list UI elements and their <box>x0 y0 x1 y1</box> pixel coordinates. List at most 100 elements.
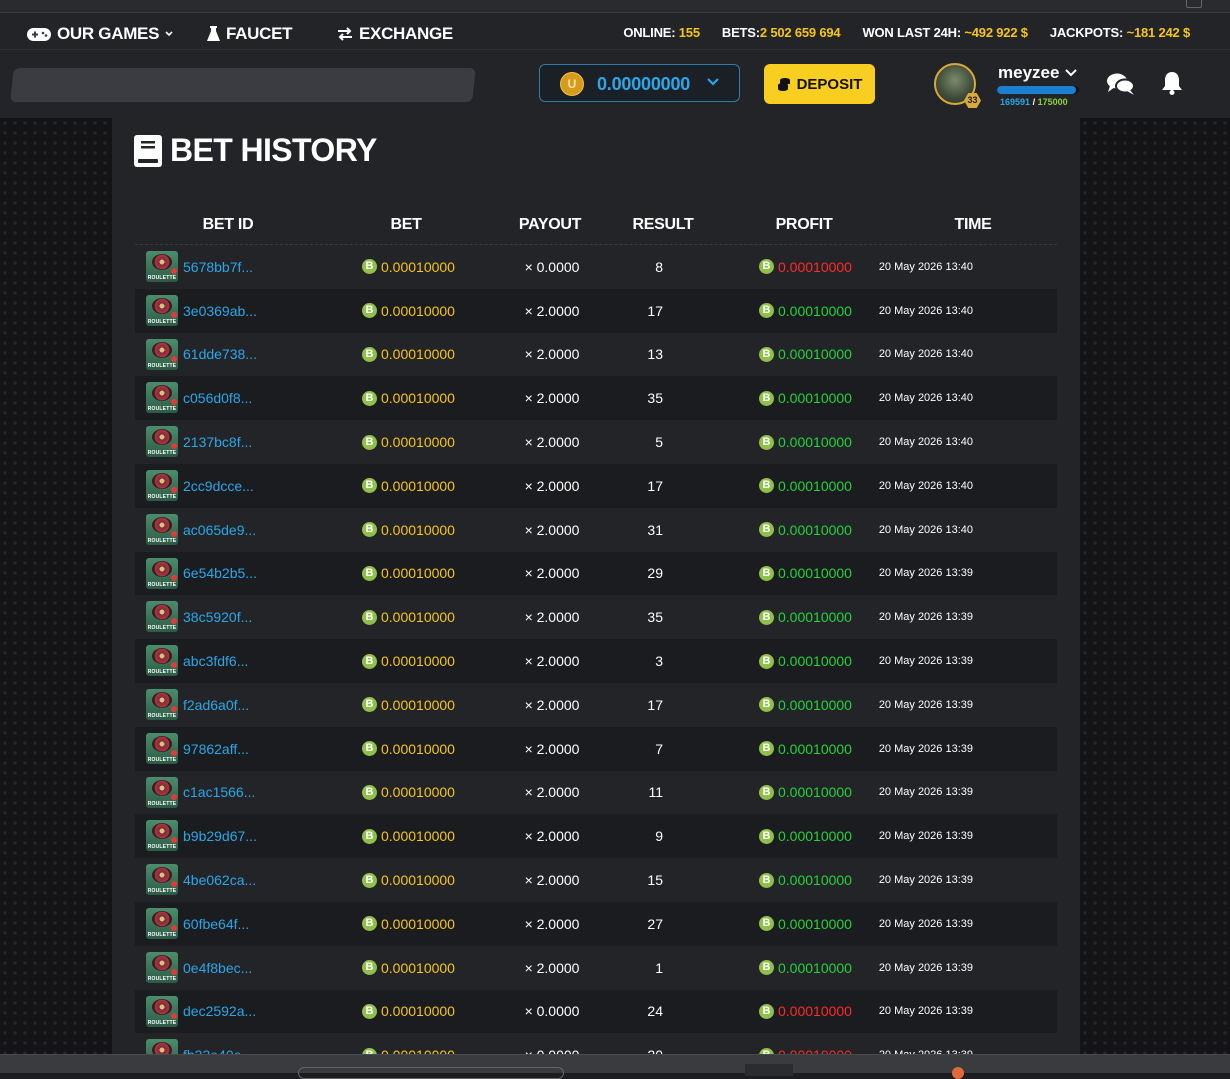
bet-id-link[interactable]: c056d0f8... <box>183 376 252 420</box>
payout-value: × 0.0000 <box>524 258 580 275</box>
bet-amount: B0.00010000 <box>362 595 455 639</box>
bet-id-link[interactable]: 4be062ca... <box>183 858 256 902</box>
bet-id-link[interactable]: 61dde738... <box>183 333 257 377</box>
table-row[interactable]: ROULETTE b9b29d67... B 0.00010000 × 2.0000 9 B… <box>135 814 1057 859</box>
chat-icon[interactable] <box>1106 72 1136 96</box>
bet-id-link[interactable]: 2137bc8f... <box>183 420 252 464</box>
table-row[interactable]: ROULETTE 2137bc8f... B 0.00010000 × 2.0000 5 B… <box>135 420 1057 464</box>
table-row[interactable]: ROULETTE f2ad6a0f... B 0.00010000 × 2.0000 17… <box>135 683 1057 727</box>
gamepad-icon <box>27 27 51 41</box>
profit-value: 0.00010000 <box>778 477 852 494</box>
profit: B0.00010000 <box>759 639 852 683</box>
bet-amount: B0.00010000 <box>362 245 455 289</box>
table-row[interactable]: ROULETTE 97862aff... B 0.00010000 × 2.0000 7 B… <box>135 726 1057 771</box>
user-menu[interactable]: meyzee <box>998 63 1078 83</box>
bet-id-link[interactable]: 38c5920f... <box>183 595 252 639</box>
table-row[interactable]: ROULETTE 5678bb7f... B 0.00010000 × 0.0000 8 B… <box>135 245 1057 289</box>
table-row[interactable]: ROULETTE 0e4f8bec... B 0.00010000 × 2.0000 1 B… <box>135 946 1057 990</box>
table-row[interactable]: ROULETTE 2cc9dcce... B 0.00010000 × 2.0000 17… <box>135 463 1057 508</box>
bet-id-link[interactable]: fb33e40e... <box>183 1033 253 1054</box>
bet-amount-value: 0.00010000 <box>381 477 455 494</box>
table-row[interactable]: ROULETTE 4be062ca... B 0.00010000 × 2.0000 15… <box>135 858 1057 902</box>
profit: B0.00010000 <box>759 727 852 771</box>
chip-icon <box>171 881 177 888</box>
table-row[interactable]: ROULETTE fb33e40e... B0.00010000 × 0.0000 20… <box>135 1033 1057 1054</box>
payout-value: × 2.0000 <box>524 653 580 670</box>
game-label: ROULETTE <box>147 493 177 500</box>
bitcoin-icon: B <box>759 741 774 757</box>
table-row[interactable]: ROULETTE c056d0f8... B 0.00010000 × 2.0000 35… <box>135 376 1057 421</box>
bet-id-link[interactable]: 2cc9dcce... <box>183 464 254 508</box>
nav-exchange[interactable]: EXCHANGE <box>337 24 453 44</box>
balance-selector[interactable]: U 0.00000000 <box>539 64 740 102</box>
chip-icon <box>171 968 177 975</box>
bet-amount: B0.00010000 <box>362 333 455 377</box>
result-value: 15 <box>647 872 664 889</box>
time-value: 20 May 2026 13:40 <box>878 523 973 536</box>
bet-id-link[interactable]: ac065de9... <box>183 508 256 552</box>
bet-id-link[interactable]: b9b29d67... <box>183 814 257 858</box>
bet-id-link[interactable]: dec2592a... <box>183 990 256 1034</box>
nav-our-games[interactable]: OUR GAMES <box>27 24 173 44</box>
table-row[interactable]: ROULETTE ac065de9... B 0.00010000 × 2.0000 31… <box>135 508 1057 552</box>
table-row[interactable]: ROULETTE dec2592a... B 0.00010000 × 0.0000 24… <box>135 989 1057 1034</box>
profit: B0.00010000 <box>759 946 852 990</box>
bet-id-link[interactable]: 6e54b2b5... <box>183 552 257 596</box>
profit-value: 0.00010000 <box>778 521 852 538</box>
roulette-wheel-icon <box>152 823 172 840</box>
game-label: ROULETTE <box>147 581 177 588</box>
table-row[interactable]: ROULETTE c1ac1566... B 0.00010000 × 2.0000 11… <box>135 771 1057 815</box>
game-label: ROULETTE <box>147 712 177 719</box>
bitcoin-icon: B <box>759 303 774 319</box>
bitcoin-icon: B <box>759 478 774 494</box>
profit-value: 0.00010000 <box>778 390 852 407</box>
table-row[interactable]: ROULETTE 38c5920f... B 0.00010000 × 2.0000 35… <box>135 595 1057 639</box>
bet-id-link[interactable]: c1ac1566... <box>183 771 255 815</box>
result-value: 17 <box>647 302 664 319</box>
game-label: ROULETTE <box>147 756 177 763</box>
nav-faucet[interactable]: FAUCET <box>207 24 293 44</box>
bet-id-link[interactable]: 5678bb7f... <box>183 245 253 289</box>
bitcoin-icon: B <box>362 828 377 844</box>
bitcoin-icon: B <box>759 828 774 844</box>
table-row[interactable]: ROULETTE 6e54b2b5... B 0.00010000 × 2.0000 29… <box>135 551 1057 596</box>
payout-value: × 2.0000 <box>524 828 580 845</box>
bitcoin-icon: B <box>362 741 377 757</box>
bell-icon[interactable] <box>1161 71 1183 95</box>
table-row[interactable]: ROULETTE 61dde738... B 0.00010000 × 2.0000 13… <box>135 333 1057 377</box>
bet-amount: B0.00010000 <box>362 552 455 596</box>
roulette-wheel-icon <box>152 254 172 270</box>
col-profit: PROFIT <box>775 216 833 233</box>
bet-id-link[interactable]: 97862aff... <box>183 727 249 771</box>
bet-id-link[interactable]: f2ad6a0f... <box>183 683 249 727</box>
xp-progress-fill <box>997 86 1077 94</box>
bet-id-link[interactable]: 0e4f8bec... <box>183 946 252 990</box>
time-value: 20 May 2026 13:39 <box>878 655 973 668</box>
bet-id-link[interactable]: abc3fdf6... <box>183 639 248 683</box>
side-pattern-left <box>0 118 112 1054</box>
table-row[interactable]: ROULETTE 60fbe64f... B 0.00010000 × 2.0000 27… <box>135 901 1057 946</box>
table-row[interactable]: ROULETTE 3e0369ab... B 0.00010000 × 2.0000 17… <box>135 288 1057 333</box>
bitcoin-icon: B <box>759 390 774 406</box>
game-label: ROULETTE <box>147 844 177 851</box>
stat-won-24h: WON LAST 24H: ~492 922 $ <box>862 25 1028 40</box>
profit-value: 0.00010000 <box>778 346 852 363</box>
roulette-wheel-icon <box>152 998 172 1015</box>
result-value: 35 <box>647 609 664 626</box>
roulette-game-icon: ROULETTE <box>146 557 178 589</box>
roulette-game-icon: ROULETTE <box>146 338 178 370</box>
game-label: ROULETTE <box>147 275 177 281</box>
game-label: ROULETTE <box>147 406 177 413</box>
stats-bar: ONLINE: 155 BETS:2 502 659 694 WON LAST … <box>0 13 1230 50</box>
chip-icon <box>171 749 177 756</box>
stat-jackpots: JACKPOTS: ~181 242 $ <box>1049 25 1190 40</box>
profit: B0.00010000 <box>759 245 852 289</box>
side-pattern-right <box>1080 118 1230 1054</box>
bet-id-link[interactable]: 60fbe64f... <box>183 902 249 946</box>
payout-value: × 2.0000 <box>524 959 580 976</box>
bet-id-link[interactable]: 3e0369ab... <box>183 289 257 333</box>
table-row[interactable]: ROULETTE abc3fdf6... B 0.00010000 × 2.0000 3 B… <box>135 639 1057 683</box>
profit-value: 0.00010000 <box>778 828 852 845</box>
bitcoin-icon: B <box>362 565 377 581</box>
deposit-button[interactable]: DEPOSIT <box>764 64 875 104</box>
